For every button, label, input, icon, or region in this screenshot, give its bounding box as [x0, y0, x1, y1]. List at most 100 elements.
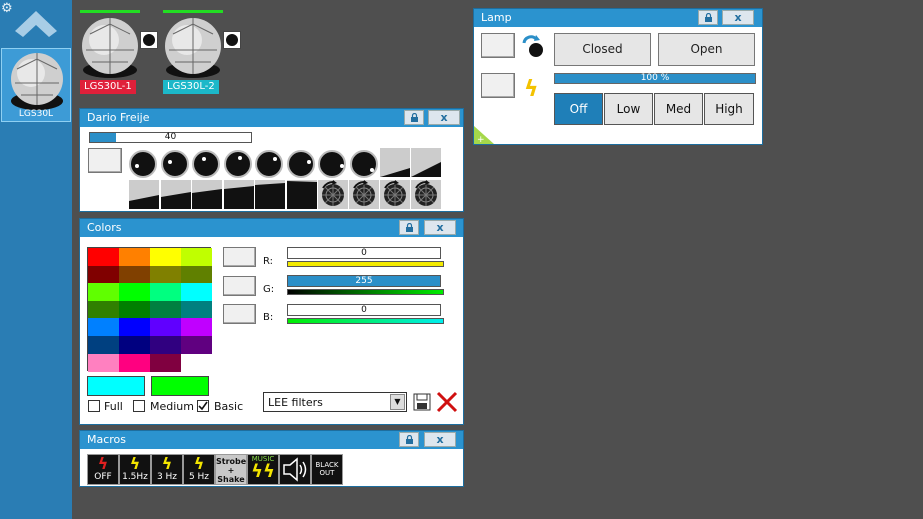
palette-swatch[interactable]	[88, 248, 119, 266]
current-color-b[interactable]	[151, 376, 209, 396]
close-button[interactable]: x	[428, 110, 460, 125]
macro-sound-button[interactable]	[279, 454, 311, 485]
palette-swatch[interactable]	[150, 300, 181, 319]
mode-off-button[interactable]: Off	[554, 93, 603, 125]
palette-swatch[interactable]	[88, 336, 119, 354]
palette-swatch[interactable]	[88, 283, 119, 302]
ramp-button[interactable]	[160, 180, 191, 209]
medium-checkbox[interactable]	[133, 400, 145, 412]
palette-swatch[interactable]	[150, 283, 181, 302]
chevron-down-icon[interactable]: ▼	[390, 394, 405, 410]
palette-swatch[interactable]	[181, 318, 212, 337]
knob[interactable]	[255, 150, 283, 178]
palette-swatch[interactable]	[181, 353, 212, 372]
palette-swatch[interactable]	[88, 353, 119, 372]
lock-button[interactable]	[399, 432, 419, 447]
resize-corner-icon[interactable]: +	[474, 126, 494, 144]
rotation-icon[interactable]	[380, 180, 410, 209]
palette-swatch[interactable]	[150, 353, 181, 372]
device-lgs30l-2[interactable]: LGS30L-2	[163, 10, 247, 96]
current-color-a[interactable]	[87, 376, 145, 396]
dario-toggle[interactable]	[88, 148, 122, 173]
knob[interactable]	[192, 150, 220, 178]
palette-swatch[interactable]	[150, 318, 181, 337]
ramp-button[interactable]	[223, 180, 254, 209]
lock-button[interactable]	[404, 110, 424, 125]
close-button[interactable]: x	[722, 10, 754, 25]
basic-checkbox[interactable]	[197, 400, 209, 412]
palette-swatch[interactable]	[181, 300, 212, 319]
palette-swatch[interactable]	[181, 336, 212, 354]
palette-swatch[interactable]	[181, 265, 212, 284]
palette-swatch[interactable]	[181, 248, 212, 266]
palette-swatch[interactable]	[119, 353, 150, 372]
save-icon[interactable]	[413, 393, 431, 411]
ramp-button[interactable]	[380, 148, 410, 177]
full-checkbox[interactable]	[88, 400, 100, 412]
knob[interactable]	[349, 150, 378, 178]
ramp-button[interactable]	[255, 180, 285, 209]
palette-swatch[interactable]	[119, 336, 150, 354]
lock-button[interactable]	[698, 10, 718, 25]
palette-swatch[interactable]	[119, 300, 150, 319]
knob[interactable]	[160, 150, 189, 178]
rotation-icon[interactable]	[411, 180, 441, 209]
palette-swatch[interactable]	[88, 318, 119, 337]
closed-button[interactable]: Closed	[554, 33, 651, 66]
rotation-icon[interactable]	[318, 180, 348, 209]
knob[interactable]	[286, 150, 315, 178]
open-button[interactable]: Open	[658, 33, 755, 66]
palette-swatch[interactable]	[150, 336, 181, 354]
rotation-icon[interactable]	[349, 180, 379, 209]
macro-music-button[interactable]: MUSIC ϟϟ	[247, 454, 279, 485]
sidebar-device[interactable]: LGS30L	[1, 48, 71, 122]
palette-swatch[interactable]	[119, 283, 150, 302]
device-lgs30l-1[interactable]: LGS30L-1	[80, 10, 164, 96]
ramp-button[interactable]	[411, 148, 441, 177]
b-slider-track[interactable]	[287, 318, 444, 324]
red-toggle[interactable]	[223, 247, 256, 267]
palette-swatch[interactable]	[119, 318, 150, 337]
palette-swatch[interactable]	[150, 248, 181, 266]
palette-swatch[interactable]	[119, 265, 150, 284]
macro-off-button[interactable]: ϟ OFF	[87, 454, 119, 485]
close-button[interactable]: x	[424, 220, 456, 235]
mode-low-button[interactable]: Low	[604, 93, 653, 125]
power-toggle[interactable]	[481, 73, 515, 98]
r-slider-track[interactable]	[287, 261, 444, 267]
palette-swatch[interactable]	[150, 265, 181, 284]
basic-label: Basic	[214, 400, 244, 413]
mode-med-button[interactable]: Med	[654, 93, 703, 125]
dario-slider[interactable]: 40	[89, 132, 252, 143]
palette-swatch[interactable]	[88, 300, 119, 319]
lamp-level-bar[interactable]: 100 %	[554, 73, 756, 84]
r-value-box[interactable]: 0	[287, 247, 441, 259]
green-toggle[interactable]	[223, 276, 256, 296]
g-slider-track[interactable]	[287, 289, 444, 295]
macro-1-5hz-button[interactable]: ϟ 1.5Hz	[119, 454, 151, 485]
ramp-button[interactable]	[192, 180, 222, 209]
palette-swatch[interactable]	[181, 283, 212, 302]
macro-strobe-shake-button[interactable]: Strobe + Shake	[215, 454, 247, 485]
filter-select[interactable]: LEE filters ▼	[263, 392, 407, 412]
g-value-box[interactable]: 255	[287, 275, 441, 287]
b-value-box[interactable]: 0	[287, 304, 441, 316]
ramp-button[interactable]	[129, 180, 159, 209]
ramp-button[interactable]	[286, 180, 317, 209]
blue-toggle[interactable]	[223, 304, 256, 324]
chevron-up-icon[interactable]	[13, 9, 59, 43]
macro-5hz-button[interactable]: ϟ 5 Hz	[183, 454, 215, 485]
macro-3hz-button[interactable]: ϟ 3 Hz	[151, 454, 183, 485]
mode-high-button[interactable]: High	[704, 93, 754, 125]
knob[interactable]	[129, 150, 157, 178]
close-button[interactable]: x	[424, 432, 456, 447]
macro-blackout-button[interactable]: BLACK OUT	[311, 454, 343, 485]
knob[interactable]	[318, 150, 346, 178]
lock-button[interactable]	[399, 220, 419, 235]
shutter-toggle[interactable]	[481, 33, 515, 58]
palette-swatch[interactable]	[119, 248, 150, 266]
palette-swatch[interactable]	[88, 265, 119, 284]
checkmark-icon	[198, 401, 208, 411]
knob[interactable]	[223, 150, 252, 178]
delete-icon[interactable]	[436, 391, 458, 413]
